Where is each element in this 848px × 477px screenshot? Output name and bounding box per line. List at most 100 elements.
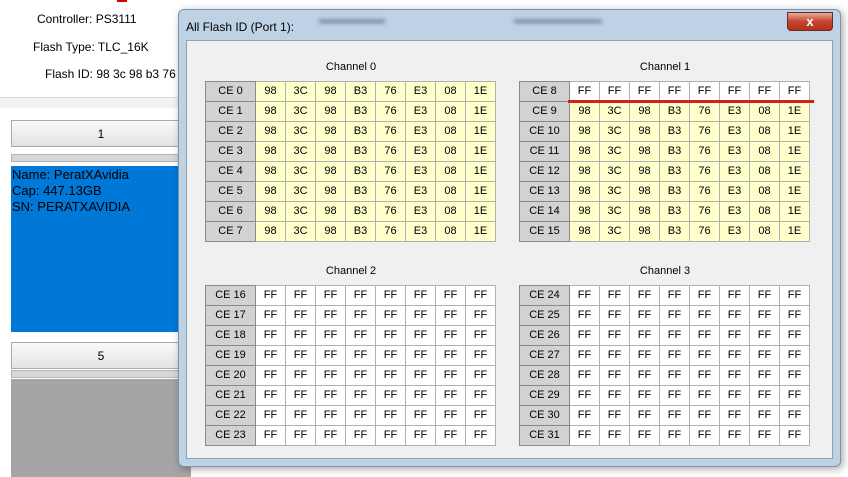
flash-id-byte: FF (569, 405, 600, 426)
ce-label: CE 26 (519, 325, 570, 346)
flash-id-byte: 98 (629, 101, 660, 122)
flash-id-byte: 76 (375, 201, 406, 222)
flash-id-byte: E3 (405, 221, 436, 242)
flash-id-byte: FF (719, 405, 750, 426)
flash-id-byte: FF (659, 305, 690, 326)
table-row: CE 16 FF FF FF FF FF FF FF FF (205, 285, 496, 306)
flash-id-byte: B3 (659, 141, 690, 162)
controller-label: Controller: PS3111 (37, 12, 137, 26)
flash-id-byte: 08 (435, 81, 466, 102)
flash-id-byte: 98 (255, 121, 286, 142)
flash-id-byte: 76 (375, 141, 406, 162)
flash-id-byte: FF (285, 285, 316, 306)
flash-id-table: CE 0 98 3C 98 B3 76 E3 08 1E CE 1 98 3C 98 B3 76 E3 08 1E… (205, 81, 496, 242)
flash-id-byte: B3 (345, 201, 376, 222)
flash-id-byte: FF (405, 345, 436, 366)
close-button[interactable]: x (787, 12, 833, 31)
table-row: CE 14 98 3C 98 B3 76 E3 08 1E (519, 201, 810, 222)
flash-id-byte: E3 (405, 101, 436, 122)
ce-label: CE 7 (205, 221, 256, 242)
flash-id-byte: E3 (405, 161, 436, 182)
flash-type-label: Flash Type: TLC_16K (33, 40, 149, 54)
drive-capacity: Cap: 447.13GB (12, 183, 102, 198)
flash-id-byte: 08 (435, 161, 466, 182)
flash-id-byte: FF (255, 425, 286, 446)
flash-id-byte: E3 (719, 161, 750, 182)
flash-id-byte: FF (345, 385, 376, 406)
flash-id-byte: 3C (285, 81, 316, 102)
flash-id-byte: FF (285, 345, 316, 366)
flash-id-byte: 08 (435, 221, 466, 242)
flash-id-byte: FF (659, 81, 690, 102)
table-row: CE 21 FF FF FF FF FF FF FF FF (205, 385, 496, 406)
ce-label: CE 6 (205, 201, 256, 222)
flash-id-byte: FF (569, 365, 600, 386)
ce-label: CE 5 (205, 181, 256, 202)
flash-id-byte: 1E (779, 101, 810, 122)
flash-id-byte: FF (779, 385, 810, 406)
flash-id-byte: FF (779, 285, 810, 306)
flash-id-byte: FF (689, 325, 720, 346)
flash-id-byte: FF (345, 325, 376, 346)
flash-id-byte: FF (599, 345, 630, 366)
flash-id-byte: FF (465, 425, 496, 446)
flash-id-byte: B3 (345, 121, 376, 142)
flash-id-byte: E3 (719, 101, 750, 122)
flash-id-byte: 1E (465, 101, 496, 122)
ce-label: CE 0 (205, 81, 256, 102)
flash-id-byte: 76 (375, 81, 406, 102)
ce-label: CE 19 (205, 345, 256, 366)
flash-id-byte: 1E (465, 121, 496, 142)
flash-id-byte: 1E (465, 181, 496, 202)
flash-id-byte: 08 (435, 181, 466, 202)
flash-id-byte: FF (255, 365, 286, 386)
flash-id-byte: 08 (435, 121, 466, 142)
flash-id-byte: 76 (689, 181, 720, 202)
flash-id-byte: E3 (719, 201, 750, 222)
ce-label: CE 14 (519, 201, 570, 222)
channel-0-group: Channel 0 CE 0 98 3C 98 B3 76 E3 08 1E CE 1 98 3C 98 B… (205, 60, 497, 242)
flash-id-byte: B3 (345, 101, 376, 122)
table-row: CE 30 FF FF FF FF FF FF FF FF (519, 405, 810, 426)
flash-id-label: Flash ID: 98 3c 98 b3 76 (45, 67, 176, 81)
flash-id-byte: 98 (315, 101, 346, 122)
ce-label: CE 20 (205, 365, 256, 386)
flash-id-byte: 1E (465, 161, 496, 182)
flash-id-byte: FF (375, 385, 406, 406)
flash-id-byte: FF (659, 365, 690, 386)
channel-1-group: Channel 1 CE 8 FF FF FF FF FF FF FF FF CE 9 98 3C 98 B… (519, 60, 811, 242)
flash-id-byte: FF (465, 325, 496, 346)
table-row: CE 2 98 3C 98 B3 76 E3 08 1E (205, 121, 496, 142)
table-row: CE 5 98 3C 98 B3 76 E3 08 1E (205, 181, 496, 202)
flash-id-byte: FF (749, 405, 780, 426)
table-row: CE 8 FF FF FF FF FF FF FF FF (519, 81, 810, 102)
flash-id-byte: E3 (405, 181, 436, 202)
drive-info-panel[interactable]: Name: PeratXAvidia Cap: 447.13GB SN: PER… (11, 166, 191, 332)
port-1-button[interactable]: 1 (11, 120, 191, 147)
blurred-title-fragment: ▬▬▬▬▬▬▬▬ (514, 14, 602, 26)
flash-id-byte: FF (435, 365, 466, 386)
flash-id-byte: 98 (629, 121, 660, 142)
flash-id-byte: FF (435, 325, 466, 346)
flash-id-byte: 76 (375, 221, 406, 242)
flash-id-byte: B3 (659, 221, 690, 242)
blurred-title-fragment: ▬▬▬▬▬▬ (319, 14, 385, 26)
flash-id-byte: FF (435, 385, 466, 406)
flash-id-byte: E3 (719, 121, 750, 142)
flash-id-byte: 3C (599, 201, 630, 222)
flash-id-byte: 3C (285, 101, 316, 122)
flash-id-byte: FF (255, 305, 286, 326)
flash-id-byte: FF (345, 405, 376, 426)
table-row: CE 22 FF FF FF FF FF FF FF FF (205, 405, 496, 426)
flash-id-byte: 98 (569, 101, 600, 122)
flash-id-byte: FF (629, 405, 660, 426)
flash-id-byte: 98 (315, 221, 346, 242)
port-5-empty-panel (11, 379, 191, 477)
flash-id-byte: FF (435, 345, 466, 366)
port-5-button[interactable]: 5 (11, 342, 191, 369)
flash-id-byte: 98 (255, 221, 286, 242)
flash-id-byte: 3C (599, 121, 630, 142)
flash-id-byte: B3 (345, 221, 376, 242)
flash-id-byte: FF (659, 285, 690, 306)
flash-id-byte: FF (569, 345, 600, 366)
